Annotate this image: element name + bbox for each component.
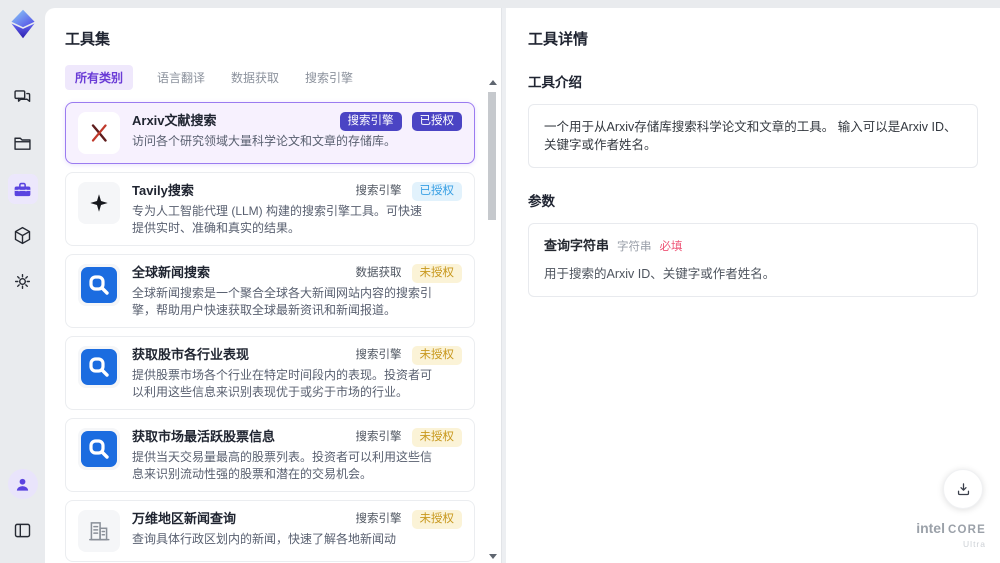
page-title: 工具集 <box>65 31 111 48</box>
tab-category-3[interactable]: 搜索引擎 <box>303 65 355 90</box>
tool-description: 提供股票市场各个行业在特定时间段内的表现。投资者可以利用这些信息来识别表现优于或… <box>132 368 433 399</box>
intro-box: 一个用于从Arxiv存储库搜索科学论文和文章的工具。 输入可以是Arxiv ID… <box>528 104 978 168</box>
panel-toggle-icon[interactable] <box>8 515 38 545</box>
user-icon[interactable] <box>7 469 38 499</box>
auth-status-badge: 已授权 <box>411 182 462 201</box>
auth-status-badge: 未授权 <box>411 510 462 529</box>
tool-description: 提供当天交易量最高的股票列表。投资者可以利用这些信息来识别流动性强的股票和潜在的… <box>132 450 433 481</box>
auth-status-badge: 未授权 <box>411 346 462 365</box>
param-name: 查询字符串 <box>544 238 610 253</box>
tool-description: 查询具体行政区划内的新闻，快速了解各地新闻动 <box>132 532 397 546</box>
main-content: 工具集 所有类别 语言翻译 数据获取 搜索引擎 Arxiv文献搜索 访问各个研究领域大… <box>45 8 1000 563</box>
tab-category-0[interactable]: 所有类别 <box>65 65 134 90</box>
left-rail <box>0 0 45 563</box>
scrollbar-thumb[interactable] <box>488 92 496 220</box>
tool-card[interactable]: 万维地区新闻查询 查询具体行政区划内的新闻，快速了解各地新闻动 搜索引擎 未授权 <box>65 500 475 562</box>
category-badge: 搜索引擎 <box>355 185 402 197</box>
tool-description: 专为人工智能代理 (LLM) 构建的搜索引擎工具。可快速提供实时、准确和真实的结… <box>132 204 423 235</box>
category-badge: 数据获取 <box>355 267 402 279</box>
arxiv-logo-icon <box>78 112 120 154</box>
tool-detail-panel: 工具详情 工具介绍 一个用于从Arxiv存储库搜索科学论文和文章的工具。 输入可… <box>506 8 1000 563</box>
category-badge: 搜索引擎 <box>355 431 402 443</box>
blue-search-icon <box>78 346 120 388</box>
scroll-up-arrow-icon[interactable] <box>489 80 497 85</box>
cube-icon[interactable] <box>8 220 38 250</box>
brand-sub: Ultra <box>963 539 986 549</box>
param-box: 查询字符串 字符串 必填 用于搜索的Arxiv ID、关键字或作者姓名。 <box>528 223 978 297</box>
category-badge: 搜索引擎 <box>355 349 402 361</box>
tool-card[interactable]: Tavily搜索 专为人工智能代理 (LLM) 构建的搜索引擎工具。可快速提供实… <box>65 172 475 246</box>
intel-core-logo: intel CORE Ultra <box>916 520 986 551</box>
toolbox-icon[interactable] <box>7 174 38 204</box>
folder-icon[interactable] <box>8 128 38 158</box>
category-badge: 搜索引擎 <box>339 112 402 131</box>
tab-category-2[interactable]: 数据获取 <box>229 65 281 90</box>
blue-search-icon <box>78 264 120 306</box>
category-tabs: 所有类别 语言翻译 数据获取 搜索引擎 <box>65 65 489 90</box>
tool-card[interactable]: 获取市场最活跃股票信息 提供当天交易量最高的股票列表。投资者可以利用这些信息来识… <box>65 418 475 492</box>
auth-status-badge: 未授权 <box>411 428 462 447</box>
tool-card[interactable]: 获取股市各行业表现 提供股票市场各个行业在特定时间段内的表现。投资者可以利用这些… <box>65 336 475 410</box>
download-button[interactable] <box>943 469 983 509</box>
brand-core: CORE <box>947 524 986 536</box>
blue-search-icon <box>78 428 120 470</box>
auth-status-badge: 未授权 <box>411 264 462 283</box>
buildings-icon <box>78 510 120 552</box>
param-description: 用于搜索的Arxiv ID、关键字或作者姓名。 <box>544 267 776 281</box>
brand-intel: intel <box>916 520 945 536</box>
category-badge: 搜索引擎 <box>355 513 402 525</box>
tool-description: 访问各个研究领域大量科学论文和文章的存储库。 <box>132 134 397 148</box>
tool-card[interactable]: 全球新闻搜索 全球新闻搜索是一个聚合全球各大新闻网站内容的搜索引擎，帮助用户快速… <box>65 254 475 328</box>
param-required-badge: 必填 <box>659 241 683 253</box>
chat-icon[interactable] <box>8 82 38 112</box>
intro-heading: 工具介绍 <box>528 75 582 90</box>
tavily-star-icon <box>78 182 120 224</box>
intro-text: 一个用于从Arxiv存储库搜索科学论文和文章的工具。 输入可以是Arxiv ID… <box>544 120 957 152</box>
tab-category-1[interactable]: 语言翻译 <box>155 65 207 90</box>
tool-card[interactable]: Arxiv文献搜索 访问各个研究领域大量科学论文和文章的存储库。 搜索引擎 已授… <box>65 102 475 164</box>
params-heading: 参数 <box>528 194 555 209</box>
param-type: 字符串 <box>617 241 652 253</box>
auth-status-badge: 已授权 <box>411 112 462 131</box>
detail-title: 工具详情 <box>528 31 589 48</box>
scroll-down-arrow-icon[interactable] <box>489 554 497 559</box>
list-scrollbar[interactable] <box>486 80 498 559</box>
tool-card-list: Arxiv文献搜索 访问各个研究领域大量科学论文和文章的存储库。 搜索引擎 已授… <box>65 102 489 562</box>
gear-icon[interactable] <box>8 266 38 296</box>
app-logo <box>7 8 39 42</box>
tool-list-panel: 工具集 所有类别 语言翻译 数据获取 搜索引擎 Arxiv文献搜索 访问各个研究领域大… <box>45 8 502 563</box>
tool-description: 全球新闻搜索是一个聚合全球各大新闻网站内容的搜索引擎，帮助用户快速获取全球最新资… <box>132 286 433 317</box>
